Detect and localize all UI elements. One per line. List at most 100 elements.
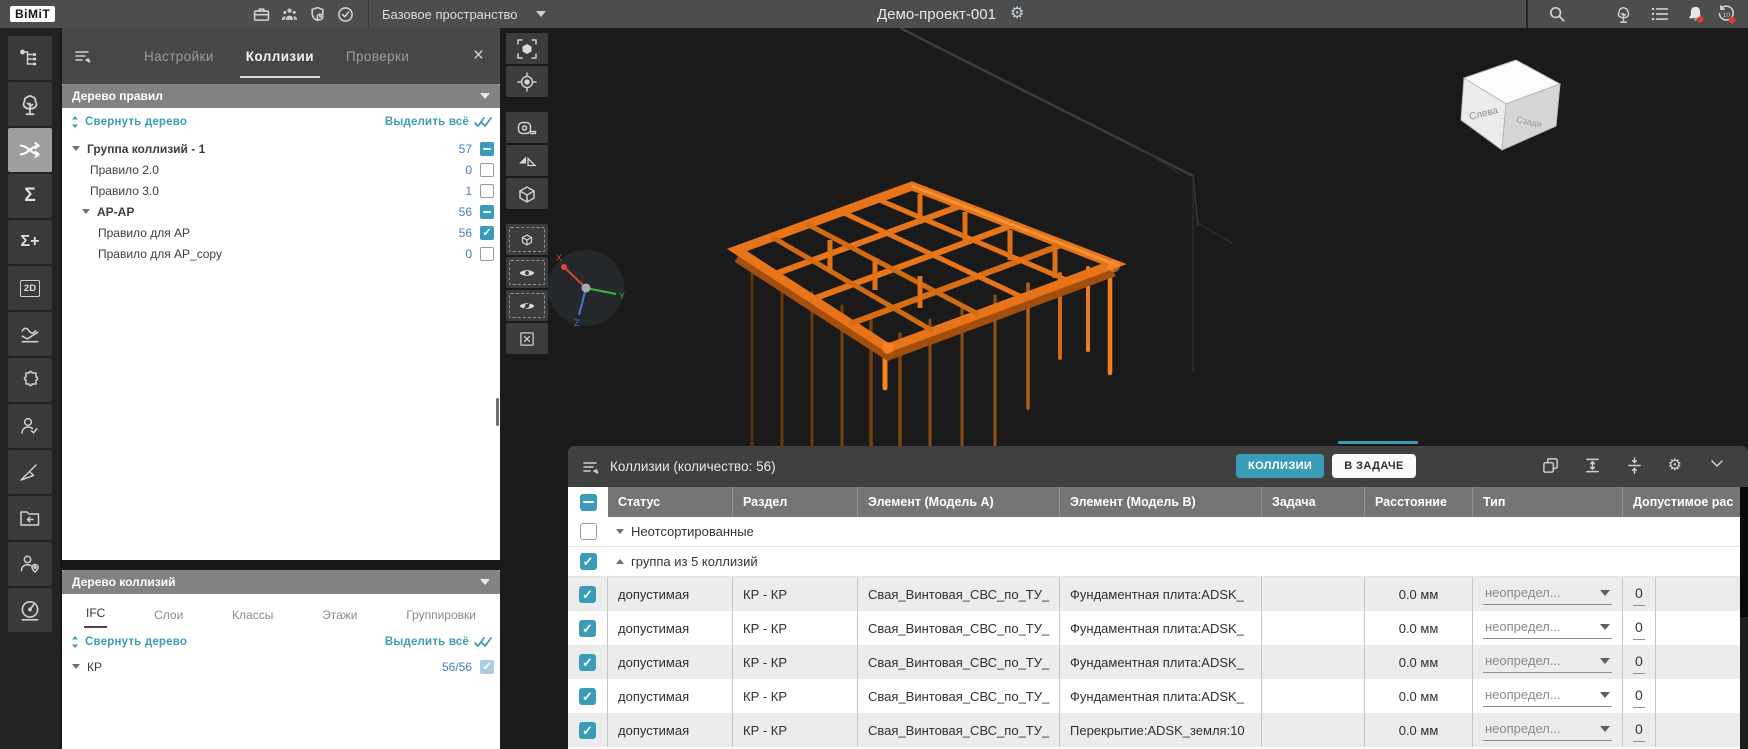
expander-icon[interactable] xyxy=(82,209,90,214)
model-tree-icon[interactable] xyxy=(1614,0,1633,28)
app-logo[interactable]: BiMiT xyxy=(10,0,55,28)
type-dropdown[interactable]: неопредел... xyxy=(1483,719,1612,741)
viewport-3d[interactable]: X Y Z Слева Сзади xyxy=(500,28,1748,749)
rules-tree-row[interactable]: Правило 3.0 1 xyxy=(62,180,500,201)
expander-icon[interactable] xyxy=(616,529,624,534)
table-scrollbar-thumb[interactable] xyxy=(1740,487,1748,617)
select-all-checkbox[interactable] xyxy=(580,494,597,511)
expand-rows-icon[interactable] xyxy=(1584,457,1601,474)
collision-row[interactable]: допустимая КР - КР Свая_Винтовая_СВС_по_… xyxy=(568,645,1748,679)
project-settings-gear-icon[interactable]: ⚙ xyxy=(1010,6,1024,22)
sidebar-item-sum-add[interactable]: Σ+ xyxy=(8,220,52,264)
target-button[interactable] xyxy=(506,66,548,97)
sidebar-item-model-structure[interactable] xyxy=(8,36,52,80)
sidebar-item-sum[interactable]: Σ xyxy=(8,174,52,218)
col-allowed-distance[interactable]: Допустимое рас xyxy=(1623,487,1748,517)
hide-button[interactable] xyxy=(506,290,548,321)
rules-tree-row[interactable]: Правило 2.0 0 xyxy=(62,159,500,180)
row-checkbox[interactable] xyxy=(579,620,596,637)
sidebar-item-graphs[interactable] xyxy=(8,312,52,356)
sidebar-item-dashboard[interactable] xyxy=(8,588,52,632)
select-all-link[interactable]: Выделить всё xyxy=(385,636,492,648)
nav-cube[interactable]: Слева Сзади xyxy=(1438,36,1568,166)
collision-row[interactable]: допустимая КР - КР Свая_Винтовая_СВС_по_… xyxy=(568,577,1748,611)
workspace-caret-icon[interactable] xyxy=(536,0,546,28)
panel-menu-icon[interactable] xyxy=(62,48,118,64)
group-checkbox[interactable] xyxy=(580,553,597,570)
col-distance[interactable]: Расстояние xyxy=(1365,487,1473,517)
section-plane-button[interactable] xyxy=(506,145,548,176)
rule-checkbox[interactable] xyxy=(480,184,494,198)
row-checkbox[interactable] xyxy=(579,654,596,671)
type-dropdown[interactable]: неопредел... xyxy=(1483,617,1612,639)
panel-menu-icon[interactable] xyxy=(568,459,600,475)
sidebar-item-user-location[interactable] xyxy=(8,542,52,586)
measure-button[interactable] xyxy=(506,112,548,143)
section-box-button[interactable] xyxy=(506,178,548,209)
sidebar-item-tree[interactable] xyxy=(8,82,52,126)
rule-checkbox[interactable] xyxy=(480,247,494,261)
collision-row[interactable]: допустимая КР - КР Свая_Винтовая_СВС_по_… xyxy=(568,679,1748,713)
rules-tree-row[interactable]: АР-АР 56 xyxy=(62,201,500,222)
sidebar-item-approvals[interactable] xyxy=(8,404,52,448)
in-task-view-button[interactable]: В ЗАДАЧЕ xyxy=(1332,454,1415,478)
select-all-checkbox-cell[interactable] xyxy=(568,487,608,517)
history-icon[interactable]: 10 xyxy=(1716,0,1736,28)
allowed-distance-input[interactable]: 0 xyxy=(1633,651,1645,674)
sidebar-item-2d[interactable]: 2D xyxy=(8,266,52,310)
briefcase-icon[interactable] xyxy=(253,0,270,28)
tab-ifc[interactable]: IFC xyxy=(84,600,107,628)
collapse-rows-icon[interactable] xyxy=(1626,457,1643,474)
rules-tree-header[interactable]: Дерево правил xyxy=(62,84,500,108)
collisions-tree-header[interactable]: Дерево коллизий xyxy=(62,570,500,594)
notifications-bell-icon[interactable] xyxy=(1686,0,1705,28)
allowed-distance-input[interactable]: 0 xyxy=(1633,583,1645,606)
clear-selection-button[interactable] xyxy=(506,323,548,354)
tab-settings[interactable]: Настройки xyxy=(144,31,214,82)
expander-icon[interactable] xyxy=(72,146,80,151)
tree-checkbox[interactable] xyxy=(480,660,494,674)
row-checkbox[interactable] xyxy=(579,586,596,603)
expander-icon[interactable] xyxy=(616,559,624,564)
col-task[interactable]: Задача xyxy=(1262,487,1365,517)
col-element-b[interactable]: Элемент (Модель B) xyxy=(1060,487,1262,517)
tab-checks[interactable]: Проверки xyxy=(346,31,409,82)
isolate-button[interactable] xyxy=(506,224,548,255)
rules-tree-row[interactable]: Правило для АР 56 xyxy=(62,222,500,243)
scroll-indicator[interactable] xyxy=(1338,441,1418,444)
collision-row[interactable]: допустимая КР - КР Свая_Винтовая_СВС_по_… xyxy=(568,611,1748,645)
rule-checkbox[interactable] xyxy=(480,163,494,177)
rules-tree-row[interactable]: Правило для АР_copy 0 xyxy=(62,243,500,264)
tab-groupings[interactable]: Группировки xyxy=(404,602,478,628)
collapse-tree-link[interactable]: Свернуть дерево xyxy=(70,636,187,648)
rule-checkbox[interactable] xyxy=(480,226,494,240)
type-dropdown[interactable]: неопредел... xyxy=(1483,685,1612,707)
col-element-a[interactable]: Элемент (Модель A) xyxy=(858,487,1060,517)
collision-row[interactable]: допустимая КР - КР Свая_Винтовая_СВС_по_… xyxy=(568,713,1748,747)
group-row-5-collisions[interactable]: группа из 5 коллизий xyxy=(568,547,1748,577)
rule-checkbox[interactable] xyxy=(480,142,494,156)
check-circle-icon[interactable] xyxy=(337,0,354,28)
focus-selection-button[interactable] xyxy=(506,33,548,64)
duplicate-icon[interactable] xyxy=(1542,457,1559,474)
allowed-distance-input[interactable]: 0 xyxy=(1633,685,1645,708)
group-row-unsorted[interactable]: Неотсортированные xyxy=(568,517,1748,547)
sidebar-item-file-exchange[interactable] xyxy=(8,496,52,540)
allowed-distance-input[interactable]: 0 xyxy=(1633,719,1645,742)
col-section[interactable]: Раздел xyxy=(733,487,858,517)
sidebar-item-collisions[interactable] xyxy=(8,128,52,172)
col-status[interactable]: Статус xyxy=(608,487,733,517)
tab-collisions[interactable]: Коллизии xyxy=(246,31,314,82)
list-icon[interactable] xyxy=(1651,0,1669,28)
sidebar-item-plugins[interactable] xyxy=(8,358,52,402)
expander-icon[interactable] xyxy=(72,664,80,669)
tab-floors[interactable]: Этажи xyxy=(320,602,359,628)
allowed-distance-input[interactable]: 0 xyxy=(1633,617,1645,640)
search-icon[interactable] xyxy=(1548,0,1566,28)
close-panel-icon[interactable]: × xyxy=(473,45,500,67)
axis-gizmo[interactable]: X Y Z xyxy=(544,246,628,330)
select-all-link[interactable]: Выделить всё xyxy=(385,116,492,128)
panel-width-resize-handle[interactable] xyxy=(496,398,499,426)
rule-checkbox[interactable] xyxy=(480,205,494,219)
collapse-panel-chevron-icon[interactable] xyxy=(1710,459,1724,468)
